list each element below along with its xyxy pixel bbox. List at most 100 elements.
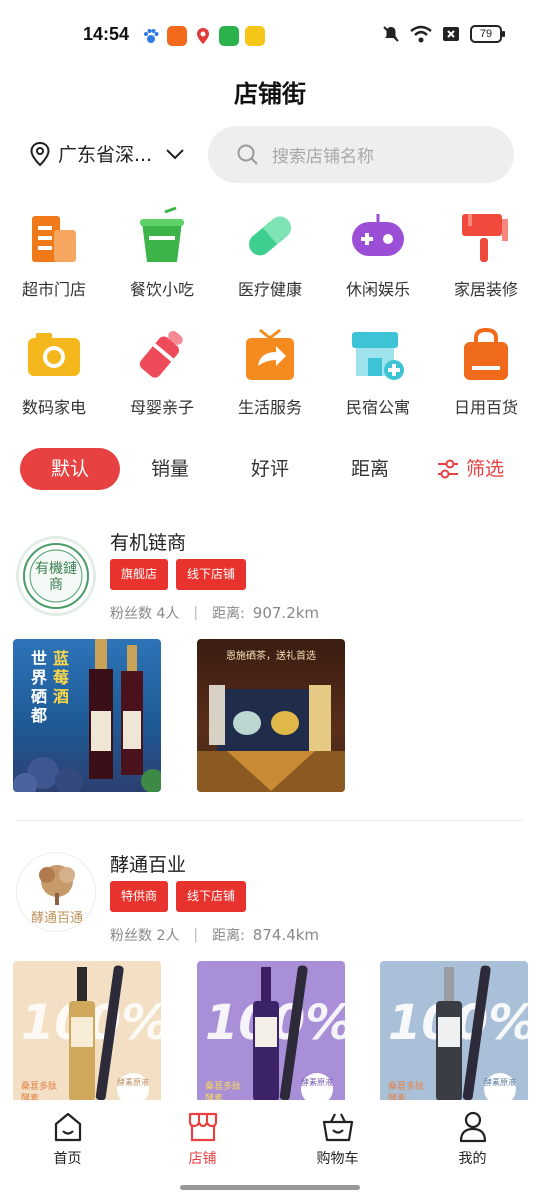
sort-tabs: 默认 销量 好评 距离 筛选: [20, 448, 520, 490]
store-meta: 粉丝数 2人 | 距离: 874.4km: [110, 925, 319, 945]
location-pin-icon: [30, 141, 50, 166]
green-app-icon: [219, 26, 239, 46]
meta-divider: |: [193, 605, 199, 621]
product-thumbnail[interactable]: 世界硒都 蓝莓酒: [13, 639, 161, 792]
store-logo-text: 酵通百通: [30, 911, 83, 926]
fans-count: 粉丝数 4人: [110, 606, 180, 622]
product-thumbnail[interactable]: 恩施硒茶，送礼首选: [197, 639, 345, 792]
store-tag: 特供商: [110, 881, 169, 912]
paw-app-icon: [141, 26, 161, 46]
battery-icon: 79: [470, 25, 505, 43]
store-tag: 旗舰店: [110, 559, 169, 590]
status-bar: 14:54 79: [0, 0, 540, 70]
nav-label: 首页: [53, 1151, 82, 1167]
category-medical[interactable]: 医疗健康: [216, 200, 324, 304]
gamepad-icon: [352, 214, 404, 256]
category-label: 数码家电: [21, 398, 86, 417]
category-label: 家居装修: [453, 280, 518, 299]
category-label: 超市门店: [21, 280, 86, 299]
baby-bottle-icon: [139, 330, 183, 378]
store-logo-text: 有機鏈商: [35, 561, 77, 593]
category-digital[interactable]: 数码家电: [0, 318, 108, 422]
chevron-down-icon: [166, 148, 184, 159]
sim-x-icon: [443, 27, 459, 41]
sort-distance-tab[interactable]: 距离: [320, 448, 420, 490]
search-icon: [237, 144, 258, 165]
user-icon: [459, 1111, 486, 1143]
wifi-icon: [410, 25, 432, 43]
product-thumbnail[interactable]: 100% 桑葚多肽酵素 酵素原液: [197, 961, 345, 1114]
category-daily-goods[interactable]: 日用百货: [432, 318, 540, 422]
product-thumbnail[interactable]: 100% 桑葚多肽酵素 酵素原液: [13, 961, 161, 1114]
map-pin-app-icon: [193, 26, 213, 46]
store-name: 有机链商: [110, 532, 187, 554]
nav-profile[interactable]: 我的: [405, 1100, 540, 1200]
product-thumbnail[interactable]: 100% 桑葚多肽酵素 酵素原液: [380, 961, 528, 1114]
category-leisure[interactable]: 休闲娱乐: [324, 200, 432, 304]
sort-sales-tab[interactable]: 销量: [120, 448, 220, 490]
category-baby[interactable]: 母婴亲子: [108, 318, 216, 422]
filter-icon: [437, 459, 458, 479]
filter-button[interactable]: 筛选: [420, 448, 520, 490]
supermarket-icon: [32, 216, 76, 262]
paint-brush-icon: [462, 214, 508, 262]
category-food[interactable]: 餐饮小吃: [108, 200, 216, 304]
status-right: 79: [382, 25, 505, 43]
nav-label: 店铺: [188, 1151, 217, 1167]
home-indicator[interactable]: [180, 1185, 360, 1190]
store-tags: 旗舰店 线下店铺: [110, 559, 247, 590]
category-label: 餐饮小吃: [129, 280, 194, 299]
location-selector[interactable]: 广东省深...: [28, 140, 186, 167]
store-tag: 线下店铺: [176, 559, 247, 590]
store-divider: [16, 820, 524, 821]
store-tag: 线下店铺: [176, 881, 247, 912]
tea-gift-box-illustration: [197, 685, 345, 792]
drink-cup-icon: [140, 206, 184, 262]
category-home-decor[interactable]: 家居装修: [432, 200, 540, 304]
camera-icon: [28, 333, 80, 376]
category-label: 民宿公寓: [345, 398, 410, 417]
search-placeholder: 搜索店铺名称: [272, 147, 374, 167]
house-plus-icon: [352, 332, 404, 380]
sort-rating-tab[interactable]: 好评: [220, 448, 320, 490]
nav-label: 我的: [458, 1151, 487, 1167]
category-label: 日用百货: [453, 398, 518, 417]
distance-label: 距离:: [212, 928, 245, 944]
status-time: 14:54: [83, 24, 130, 44]
sort-default-tab[interactable]: 默认: [20, 448, 120, 490]
orange-app-icon: [167, 26, 187, 46]
store-tags: 特供商 线下店铺: [110, 881, 247, 912]
category-supermarket[interactable]: 超市门店: [0, 200, 108, 304]
store-logo: 酵通百通: [16, 852, 96, 932]
store-meta: 粉丝数 4人 | 距离: 907.2km: [110, 603, 319, 623]
shopping-bag-icon: [464, 327, 508, 380]
category-label: 母婴亲子: [129, 398, 194, 417]
filter-label: 筛选: [465, 458, 504, 480]
nav-label: 购物车: [316, 1151, 359, 1167]
category-grid: 超市门店 餐饮小吃 医疗健康 休闲娱乐 家居装修 数码家电 母婴亲子 生活服务 …: [0, 200, 540, 422]
fans-count: 粉丝数 2人: [110, 928, 180, 944]
cart-basket-icon: [322, 1113, 353, 1142]
category-homestay[interactable]: 民宿公寓: [324, 318, 432, 422]
notification-icons: [141, 26, 265, 46]
category-label: 生活服务: [237, 398, 302, 417]
distance-label: 距离:: [212, 606, 245, 622]
store-logo: 有機鏈商: [16, 536, 96, 616]
category-label: 休闲娱乐: [345, 280, 410, 299]
location-label: 广东省深...: [58, 144, 153, 166]
mute-bell-icon: [383, 26, 399, 42]
search-input[interactable]: 搜索店铺名称: [208, 126, 514, 183]
pill-icon: [249, 216, 291, 256]
home-icon: [54, 1112, 81, 1142]
page-title: 店铺街: [234, 80, 306, 108]
yellow-app-icon: [245, 26, 265, 46]
category-life-service[interactable]: 生活服务: [216, 318, 324, 422]
distance-value: 907.2km: [252, 604, 320, 622]
distance-value: 874.4km: [252, 926, 320, 944]
store-icon: [188, 1112, 217, 1142]
store-name: 酵通百业: [110, 854, 187, 876]
meta-divider: |: [193, 927, 199, 943]
wine-bottles-illustration: [13, 639, 161, 792]
category-label: 医疗健康: [237, 280, 302, 299]
nav-home[interactable]: 首页: [0, 1100, 135, 1200]
